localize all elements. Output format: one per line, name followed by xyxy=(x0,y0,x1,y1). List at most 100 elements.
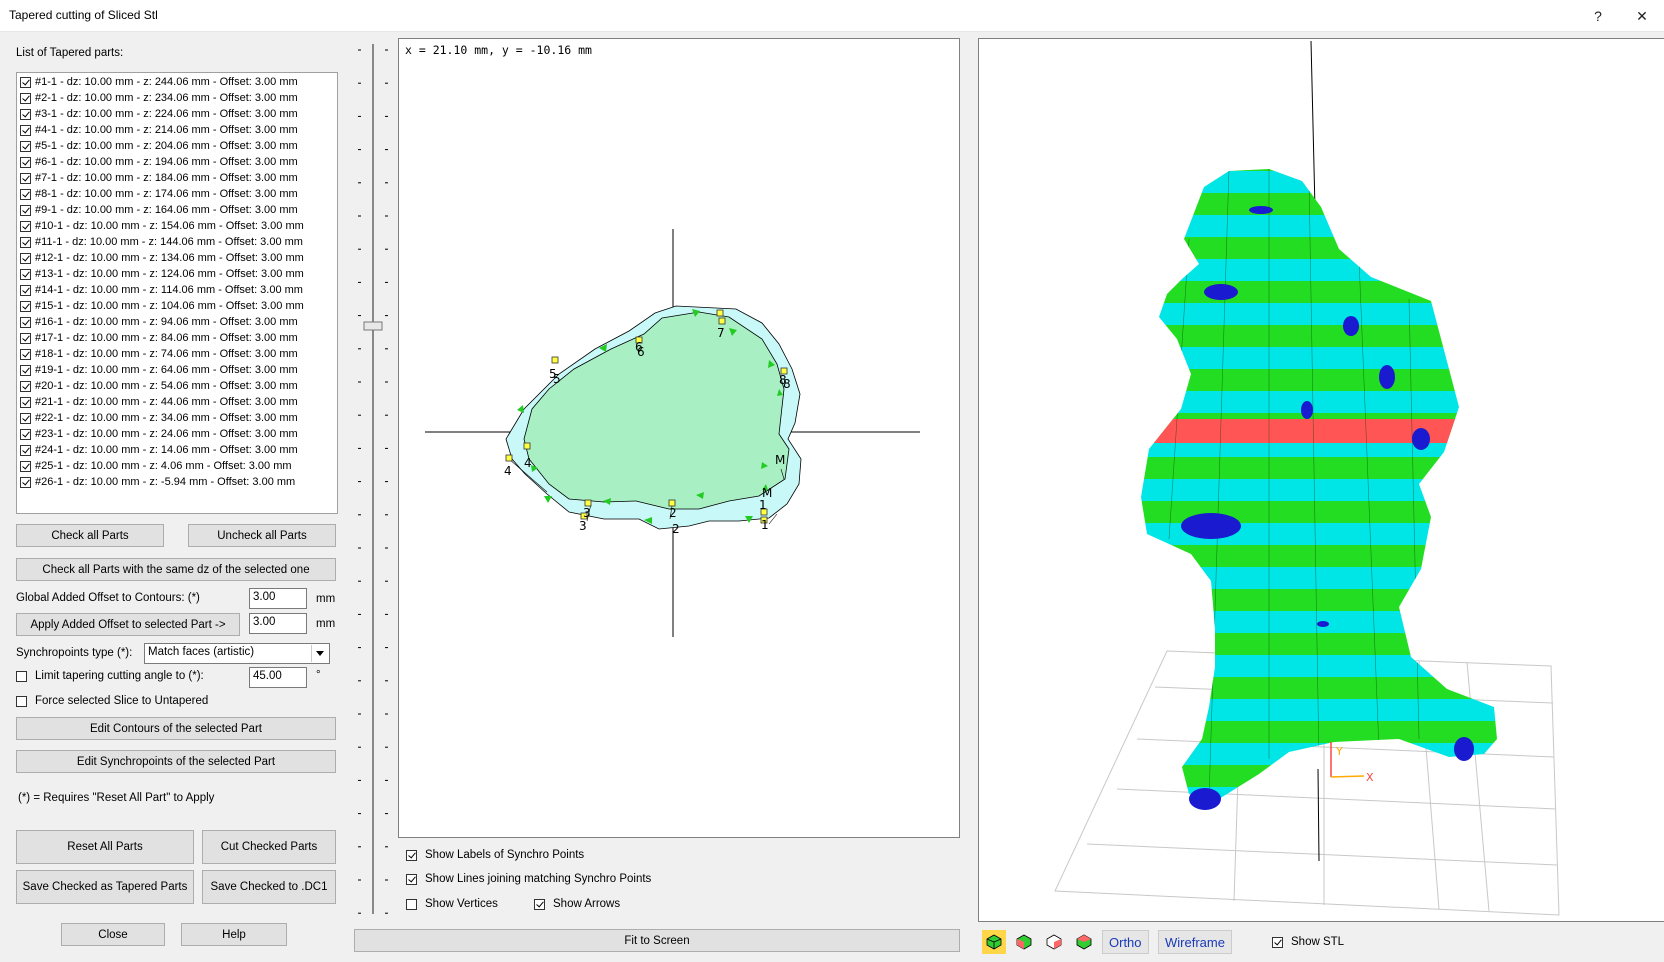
check-all-button[interactable]: Check all Parts xyxy=(16,524,164,547)
part-checkbox[interactable] xyxy=(20,477,31,488)
fit-to-screen-button[interactable]: Fit to Screen xyxy=(354,929,960,952)
list-item[interactable]: #4-1 - dz: 10.00 mm - z: 214.06 mm - Off… xyxy=(20,123,298,138)
part-checkbox[interactable] xyxy=(20,77,31,88)
chevron-down-icon[interactable] xyxy=(311,645,328,662)
list-item[interactable]: #8-1 - dz: 10.00 mm - z: 174.06 mm - Off… xyxy=(20,187,298,202)
list-item[interactable]: #14-1 - dz: 10.00 mm - z: 114.06 mm - Of… xyxy=(20,283,303,298)
help-button[interactable]: Help xyxy=(181,923,287,946)
wireframe-button[interactable]: Wireframe xyxy=(1158,930,1232,954)
list-item[interactable]: #21-1 - dz: 10.00 mm - z: 44.06 mm - Off… xyxy=(20,395,298,410)
part-checkbox[interactable] xyxy=(20,429,31,440)
selected-slice xyxy=(1141,419,1497,443)
list-item[interactable]: #20-1 - dz: 10.00 mm - z: 54.06 mm - Off… xyxy=(20,379,298,394)
part-checkbox[interactable] xyxy=(20,349,31,360)
list-item[interactable]: #10-1 - dz: 10.00 mm - z: 154.06 mm - Of… xyxy=(20,219,304,234)
limit-angle-input[interactable]: 45.00 xyxy=(249,667,307,688)
list-item[interactable]: #3-1 - dz: 10.00 mm - z: 224.06 mm - Off… xyxy=(20,107,298,122)
close-button[interactable]: Close xyxy=(61,923,165,946)
contour-canvas[interactable]: 1 1 2 2 3 3 4 4 5 5 6 6 7 8 8 M M xyxy=(399,39,959,837)
list-item[interactable]: #18-1 - dz: 10.00 mm - z: 74.06 mm - Off… xyxy=(20,347,298,362)
part-checkbox[interactable] xyxy=(20,285,31,296)
show-stl-checkbox[interactable] xyxy=(1272,936,1283,948)
apply-offset-button[interactable]: Apply Added Offset to selected Part -> xyxy=(16,613,240,636)
part-checkbox[interactable] xyxy=(20,109,31,120)
list-item[interactable]: #15-1 - dz: 10.00 mm - z: 104.06 mm - Of… xyxy=(20,299,304,314)
save-dc1-button[interactable]: Save Checked to .DC1 xyxy=(202,870,336,904)
show-vertices-checkbox[interactable] xyxy=(406,898,417,910)
model-canvas[interactable]: Y X xyxy=(979,39,1664,921)
show-vertices-row[interactable]: Show Vertices xyxy=(406,898,498,910)
edit-contours-button[interactable]: Edit Contours of the selected Part xyxy=(16,717,336,740)
list-item[interactable]: #2-1 - dz: 10.00 mm - z: 234.06 mm - Off… xyxy=(20,91,298,106)
part-checkbox[interactable] xyxy=(20,381,31,392)
part-checkbox[interactable] xyxy=(20,205,31,216)
help-title-button[interactable]: ? xyxy=(1578,4,1618,28)
slider-thumb[interactable] xyxy=(363,321,383,331)
apply-offset-input[interactable]: 3.00 xyxy=(249,613,307,634)
list-item[interactable]: #7-1 - dz: 10.00 mm - z: 184.06 mm - Off… xyxy=(20,171,298,186)
part-checkbox[interactable] xyxy=(20,93,31,104)
part-checkbox[interactable] xyxy=(20,173,31,184)
part-checkbox[interactable] xyxy=(20,237,31,248)
contour-2d-view[interactable]: x = 21.10 mm, y = -10.16 mm 1 1 2 2 3 3 … xyxy=(398,38,960,838)
list-item[interactable]: #26-1 - dz: 10.00 mm - z: -5.94 mm - Off… xyxy=(20,475,295,490)
part-checkbox[interactable] xyxy=(20,301,31,312)
limit-angle-checkbox-row[interactable]: Limit tapering cutting angle to (*): xyxy=(16,670,204,682)
list-item[interactable]: #22-1 - dz: 10.00 mm - z: 34.06 mm - Off… xyxy=(20,411,298,426)
ortho-button[interactable]: Ortho xyxy=(1102,930,1149,954)
part-checkbox[interactable] xyxy=(20,253,31,264)
cut-checked-button[interactable]: Cut Checked Parts xyxy=(202,830,336,864)
edit-synchro-button[interactable]: Edit Synchropoints of the selected Part xyxy=(16,750,336,773)
limit-angle-checkbox[interactable] xyxy=(16,670,27,682)
list-item[interactable]: #9-1 - dz: 10.00 mm - z: 164.06 mm - Off… xyxy=(20,203,298,218)
list-item[interactable]: #19-1 - dz: 10.00 mm - z: 64.06 mm - Off… xyxy=(20,363,298,378)
part-checkbox[interactable] xyxy=(20,221,31,232)
reset-all-button[interactable]: Reset All Parts xyxy=(16,830,194,864)
uncheck-all-button[interactable]: Uncheck all Parts xyxy=(188,524,336,547)
list-item[interactable]: #17-1 - dz: 10.00 mm - z: 84.06 mm - Off… xyxy=(20,331,298,346)
part-checkbox[interactable] xyxy=(20,141,31,152)
part-checkbox[interactable] xyxy=(20,317,31,328)
list-item[interactable]: #13-1 - dz: 10.00 mm - z: 124.06 mm - Of… xyxy=(20,267,304,282)
close-window-button[interactable]: ✕ xyxy=(1622,4,1662,28)
list-item[interactable]: #11-1 - dz: 10.00 mm - z: 144.06 mm - Of… xyxy=(20,235,303,250)
show-stl-row[interactable]: Show STL xyxy=(1272,936,1344,948)
show-labels-row[interactable]: Show Labels of Synchro Points xyxy=(406,849,584,861)
force-untapered-checkbox[interactable] xyxy=(16,695,27,707)
view-side-icon[interactable] xyxy=(1042,930,1066,954)
part-checkbox[interactable] xyxy=(20,125,31,136)
part-checkbox[interactable] xyxy=(20,365,31,376)
list-item[interactable]: #24-1 - dz: 10.00 mm - z: 14.06 mm - Off… xyxy=(20,443,298,458)
stl-3d-view[interactable]: Y X xyxy=(978,38,1664,922)
check-same-dz-button[interactable]: Check all Parts with the same dz of the … xyxy=(16,558,336,581)
part-checkbox[interactable] xyxy=(20,397,31,408)
list-item[interactable]: #5-1 - dz: 10.00 mm - z: 204.06 mm - Off… xyxy=(20,139,298,154)
part-checkbox[interactable] xyxy=(20,333,31,344)
show-arrows-checkbox[interactable] xyxy=(534,898,545,910)
global-offset-input[interactable]: 3.00 xyxy=(249,588,307,609)
force-untapered-checkbox-row[interactable]: Force selected Slice to Untapered xyxy=(16,695,208,707)
view-iso-icon[interactable] xyxy=(982,930,1006,954)
list-item[interactable]: #16-1 - dz: 10.00 mm - z: 94.06 mm - Off… xyxy=(20,315,298,330)
list-item[interactable]: #6-1 - dz: 10.00 mm - z: 194.06 mm - Off… xyxy=(20,155,298,170)
list-item[interactable]: #25-1 - dz: 10.00 mm - z: 4.06 mm - Offs… xyxy=(20,459,292,474)
view-front-icon[interactable] xyxy=(1012,930,1036,954)
part-checkbox[interactable] xyxy=(20,189,31,200)
show-lines-checkbox[interactable] xyxy=(406,873,417,885)
show-labels-checkbox[interactable] xyxy=(406,849,417,861)
list-item[interactable]: #1-1 - dz: 10.00 mm - z: 244.06 mm - Off… xyxy=(20,75,298,90)
show-arrows-row[interactable]: Show Arrows xyxy=(534,898,620,910)
part-checkbox[interactable] xyxy=(20,269,31,280)
view-top-icon[interactable] xyxy=(1072,930,1096,954)
slice-slider[interactable] xyxy=(352,38,392,918)
tapered-parts-list[interactable]: #1-1 - dz: 10.00 mm - z: 244.06 mm - Off… xyxy=(16,72,338,514)
part-checkbox[interactable] xyxy=(20,461,31,472)
show-lines-row[interactable]: Show Lines joining matching Synchro Poin… xyxy=(406,873,651,885)
list-item[interactable]: #12-1 - dz: 10.00 mm - z: 134.06 mm - Of… xyxy=(20,251,304,266)
list-item[interactable]: #23-1 - dz: 10.00 mm - z: 24.06 mm - Off… xyxy=(20,427,298,442)
part-checkbox[interactable] xyxy=(20,157,31,168)
save-tapered-button[interactable]: Save Checked as Tapered Parts xyxy=(16,870,194,904)
part-checkbox[interactable] xyxy=(20,445,31,456)
part-checkbox[interactable] xyxy=(20,413,31,424)
synchro-type-select[interactable]: Match faces (artistic) xyxy=(144,643,330,664)
